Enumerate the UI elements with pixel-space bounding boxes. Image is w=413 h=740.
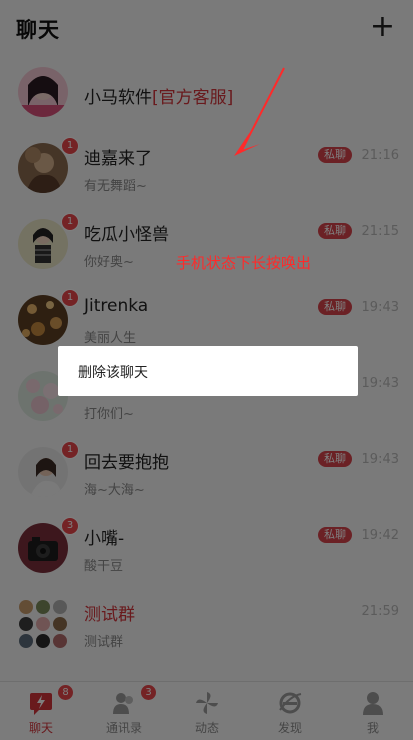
chat-app: 聊天 + 小马软件[官方客服] <box>0 0 413 740</box>
delete-chat-option[interactable]: 删除该聊天 <box>78 362 148 382</box>
context-menu: 删除该聊天 <box>58 346 358 396</box>
arrow-annotation-icon <box>234 67 285 156</box>
annotation-text: 手机状态下长按唤出 <box>176 254 312 272</box>
